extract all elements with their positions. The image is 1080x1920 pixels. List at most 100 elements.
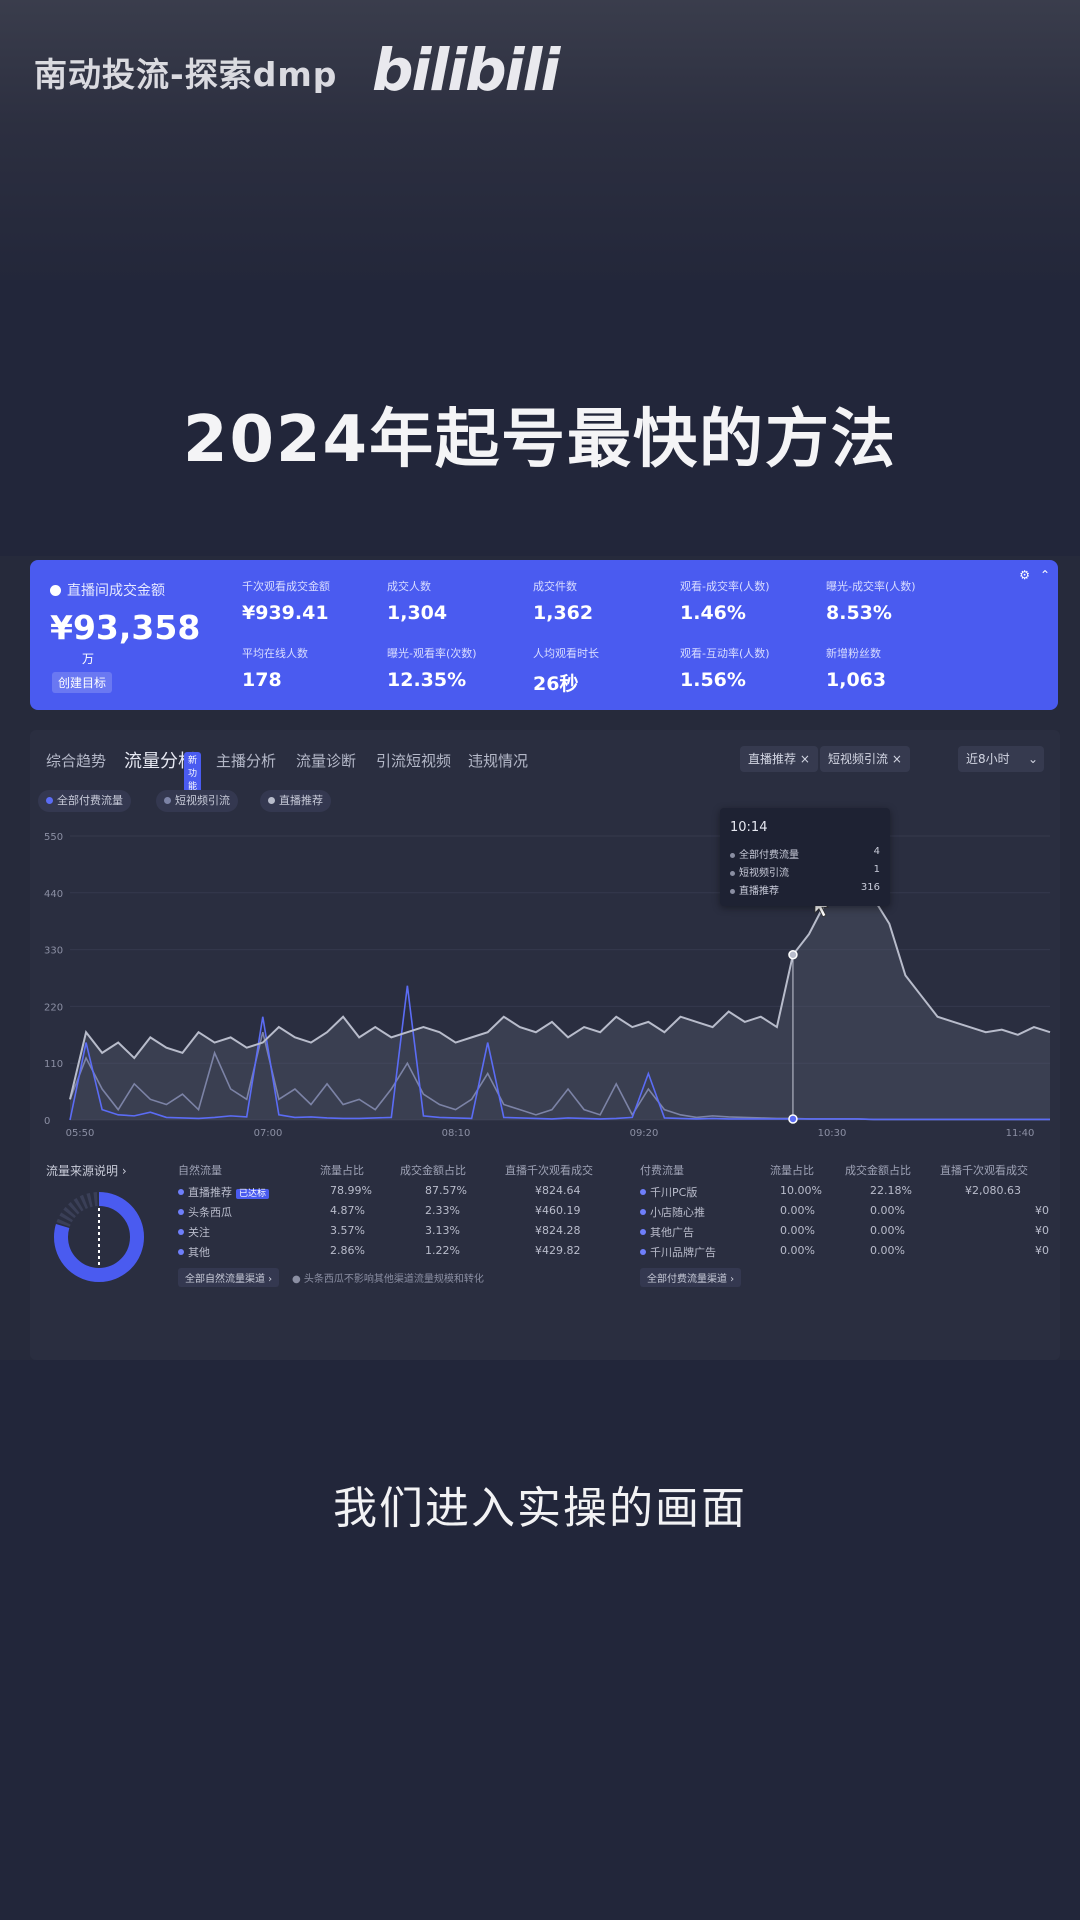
table-header: 直播千次观看成交: [505, 1164, 593, 1177]
table-header: 流量占比: [770, 1164, 814, 1177]
filter-chip[interactable]: 短视频引流 ×: [820, 746, 910, 772]
tab-anchor-analysis[interactable]: 主播分析: [216, 750, 276, 771]
table-cell: 1.22%: [425, 1244, 460, 1257]
table-cell: ¥460.19: [535, 1204, 581, 1217]
kpi-cell: 曝光-成交率(人数) 8.53%: [826, 580, 916, 624]
tab-short-video[interactable]: 引流短视频: [376, 750, 451, 771]
y-tick-label: 330: [44, 946, 63, 957]
all-paid-channels-link[interactable]: 全部付费流量渠道 ›: [640, 1268, 742, 1287]
kpi-cell: 成交人数 1,304: [387, 580, 448, 624]
table-cell: ¥0: [1035, 1224, 1049, 1237]
dot-icon: [730, 871, 735, 876]
dot-icon: [178, 1189, 184, 1195]
dot-icon: [730, 889, 735, 894]
table-cell: 4.87%: [330, 1204, 365, 1217]
y-tick-label: 220: [44, 1002, 63, 1013]
table-cell: 0.00%: [870, 1244, 905, 1257]
hover-point-marker: [788, 1114, 798, 1124]
table-cell: ¥824.64: [535, 1184, 581, 1197]
main-metric-label: 直播间成交金额: [50, 580, 165, 600]
y-tick-label: 110: [44, 1059, 63, 1070]
dashboard-screenshot: 直播间成交金额 ¥93,358 万 创建目标 ⚙ ⌃ 千次观看成交金额 ¥939.…: [0, 556, 1080, 1360]
table-cell: 78.99%: [330, 1184, 372, 1197]
filter-chip[interactable]: 直播推荐 ×: [740, 746, 818, 772]
dot-icon: [640, 1229, 646, 1235]
tab-violations[interactable]: 违规情况: [468, 750, 528, 771]
dot-icon: [178, 1249, 184, 1255]
table-row-label: 直播推荐 已达标: [178, 1184, 270, 1200]
table-cell: 0.00%: [780, 1244, 815, 1257]
legend-dot-icon: [268, 797, 275, 804]
settings-icon[interactable]: ⚙: [1019, 568, 1030, 582]
tooltip-time: 10:14: [730, 820, 768, 835]
dot-icon: [640, 1209, 646, 1215]
table-cell: ¥429.82: [535, 1244, 581, 1257]
y-tick-label: 440: [44, 889, 63, 900]
kpi-cell: 成交件数 1,362: [533, 580, 594, 624]
y-tick-label: 550: [44, 832, 63, 843]
table-cell: 3.57%: [330, 1224, 365, 1237]
legend-item[interactable]: 直播推荐: [260, 790, 331, 812]
table-cell: 2.33%: [425, 1204, 460, 1217]
new-feature-badge: 新功能: [184, 752, 202, 793]
table-row-label: 小店随心推: [640, 1204, 705, 1220]
table-cell: 0.00%: [870, 1204, 905, 1217]
tab-overview[interactable]: 综合趋势: [46, 750, 106, 771]
legend-dot-icon: [164, 797, 171, 804]
table-cell: 0.00%: [780, 1224, 815, 1237]
all-natural-channels-link[interactable]: 全部自然流量渠道 ›: [178, 1268, 280, 1287]
bilibili-logo: bilibili: [372, 36, 560, 104]
table-cell: ¥824.28: [535, 1224, 581, 1237]
channel-watermark: 南动投流-探索dmp: [34, 55, 338, 94]
tab-traffic-diagnosis[interactable]: 流量诊断: [296, 750, 356, 771]
table-header: 自然流量: [178, 1164, 222, 1177]
dot-icon: [178, 1209, 184, 1215]
x-tick-label: 08:10: [442, 1128, 471, 1139]
tooltip-row: 直播推荐 316: [730, 882, 880, 897]
traffic-donut-chart: [54, 1192, 144, 1282]
table-row-label: 关注: [178, 1224, 210, 1240]
chevron-down-icon: ⌄: [1027, 752, 1038, 766]
table-cell: 22.18%: [870, 1184, 912, 1197]
tooltip-row: 全部付费流量 4: [730, 846, 880, 861]
table-header: 流量占比: [320, 1164, 364, 1177]
traffic-source-title[interactable]: 流量来源说明 ›: [46, 1162, 127, 1179]
table-cell: 0.00%: [780, 1204, 815, 1217]
table-cell: 3.13%: [425, 1224, 460, 1237]
dot-icon: [640, 1189, 646, 1195]
dot-icon: [730, 853, 735, 858]
table-row-label: 其他: [178, 1244, 210, 1260]
main-metric-unit: 万: [82, 652, 95, 666]
x-tick-label: 09:20: [630, 1128, 659, 1139]
info-dot-icon: ●: [292, 1274, 304, 1285]
table-header: 付费流量: [640, 1164, 684, 1177]
create-target-button[interactable]: 创建目标: [52, 672, 113, 693]
kpi-cell: 千次观看成交金额 ¥939.41: [242, 580, 330, 624]
table-cell: ¥2,080.63: [965, 1184, 1021, 1197]
traffic-line-chart[interactable]: 0 110 220 330 440 550 05:50 07:00 08:10 09:20 10:3…: [30, 810, 1060, 1150]
legend-item[interactable]: 全部付费流量: [38, 790, 131, 812]
table-cell: ¥0: [1035, 1244, 1049, 1257]
series-area-fill: [70, 851, 1050, 1120]
x-tick-label: 05:50: [66, 1128, 95, 1139]
kpi-cell: 曝光-观看率(次数) 12.35%: [387, 647, 477, 691]
kpi-cell: 新增粉丝数 1,063: [826, 647, 887, 691]
collapse-icon[interactable]: ⌃: [1040, 568, 1050, 582]
legend-item[interactable]: 短视频引流: [156, 790, 238, 812]
table-cell: 2.86%: [330, 1244, 365, 1257]
traffic-analysis-panel: 综合趋势 流量分析 新功能 主播分析 流量诊断 引流短视频 违规情况 直播推荐 …: [30, 730, 1060, 1360]
time-range-select[interactable]: 近8小时 ⌄: [958, 746, 1044, 772]
table-cell: 0.00%: [870, 1224, 905, 1237]
metric-dot-icon: [50, 585, 61, 596]
kpi-cell: 平均在线人数 178: [242, 647, 308, 691]
x-tick-label: 11:40: [1006, 1128, 1035, 1139]
table-cell: 10.00%: [780, 1184, 822, 1197]
footer-note: ● 头条西瓜不影响其他渠道流量规模和转化: [292, 1274, 484, 1285]
video-title: 2024年起号最快的方法: [182, 403, 898, 477]
table-row-label: 千川品牌广告: [640, 1244, 716, 1260]
chart-tooltip: 10:14 全部付费流量 4 短视频引流 1 直播推荐 316: [720, 808, 890, 906]
legend-dot-icon: [46, 797, 53, 804]
table-header: 成交金额占比: [845, 1164, 911, 1177]
kpi-cell: 观看-互动率(人数) 1.56%: [680, 647, 770, 691]
tooltip-row: 短视频引流 1: [730, 864, 880, 879]
